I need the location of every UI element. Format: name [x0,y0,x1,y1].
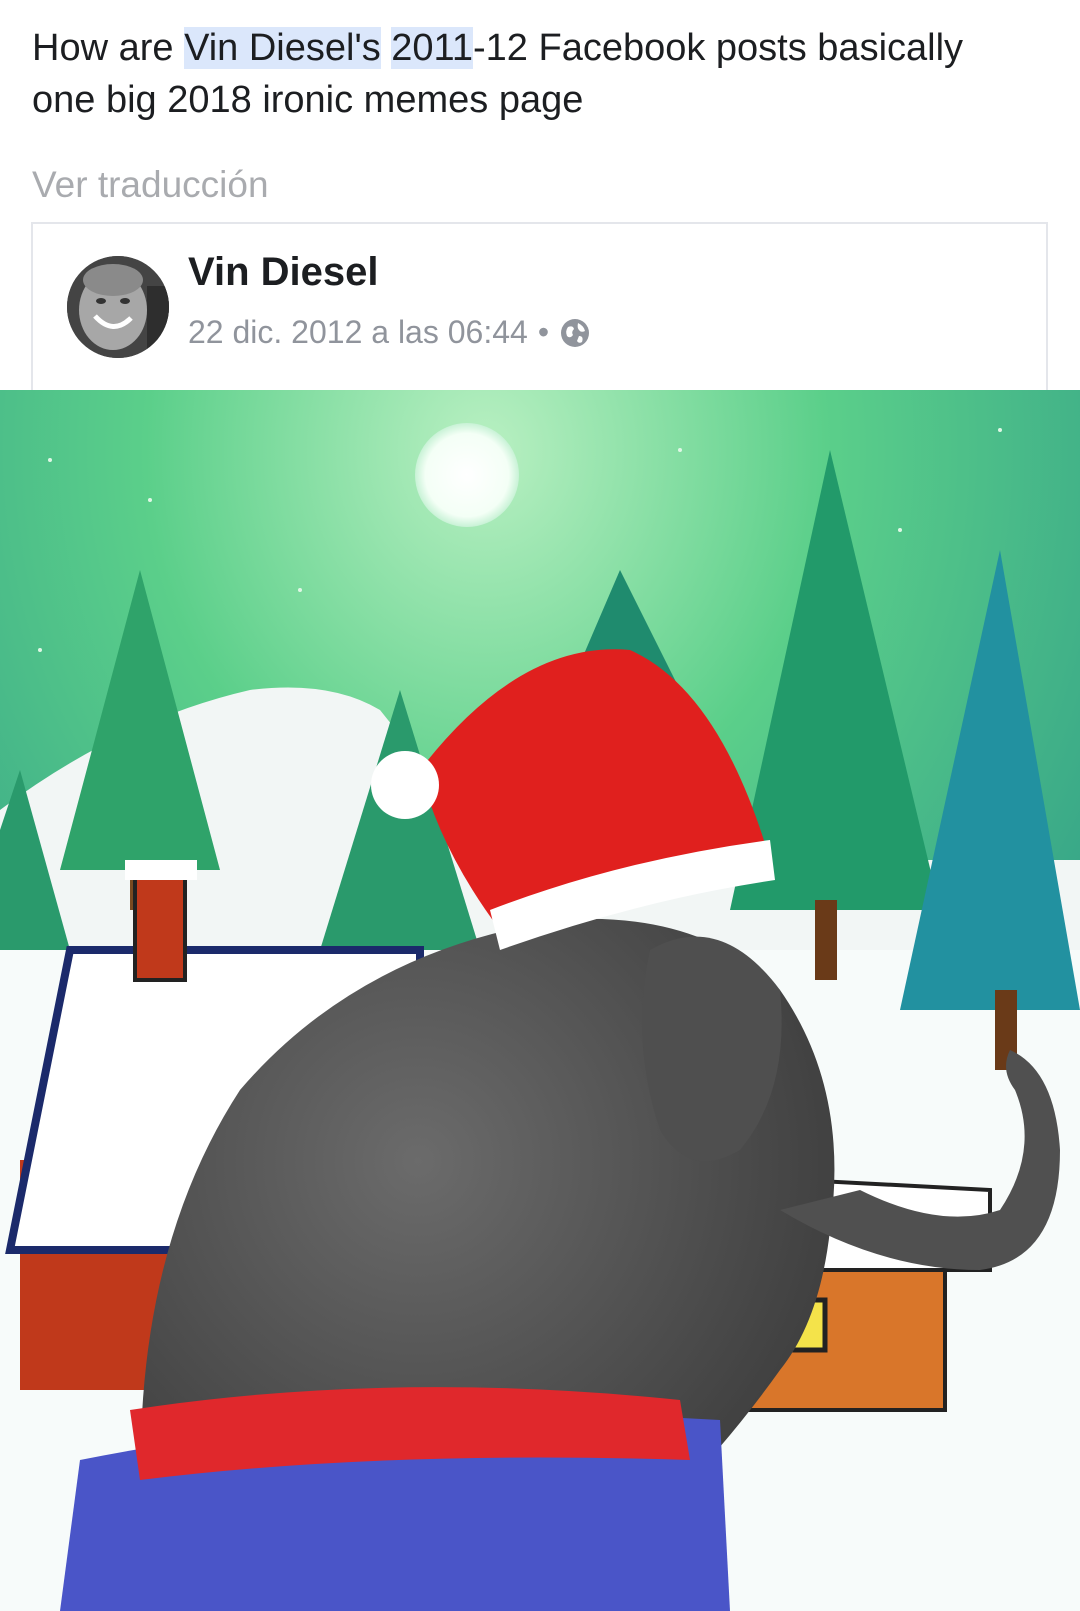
shared-post-card[interactable]: Vin Diesel 22 dic. 2012 a las 06:44 • [31,222,1048,390]
caption-text [381,27,392,69]
caption-text: How are [32,27,185,69]
caption-highlight-name: Vin Diesel's [184,27,381,69]
moon [415,423,519,527]
post-timestamp[interactable]: 22 dic. 2012 a las 06:44 [188,314,528,351]
author-name[interactable]: Vin Diesel [188,250,378,295]
avatar[interactable] [67,256,169,358]
caption-highlight-year: 2011 [391,27,473,69]
avatar-image [67,256,169,358]
christmas-elephant-illustration [0,390,1080,1611]
translate-link[interactable]: Ver traducción [32,164,269,206]
meta-separator: • [537,314,550,350]
post-photo[interactable] [0,390,1080,1611]
globe-icon [559,317,591,349]
post-meta: 22 dic. 2012 a las 06:44 • [188,314,591,351]
post-caption: How are Vin Diesel's 2011-12 Facebook po… [32,22,1032,126]
